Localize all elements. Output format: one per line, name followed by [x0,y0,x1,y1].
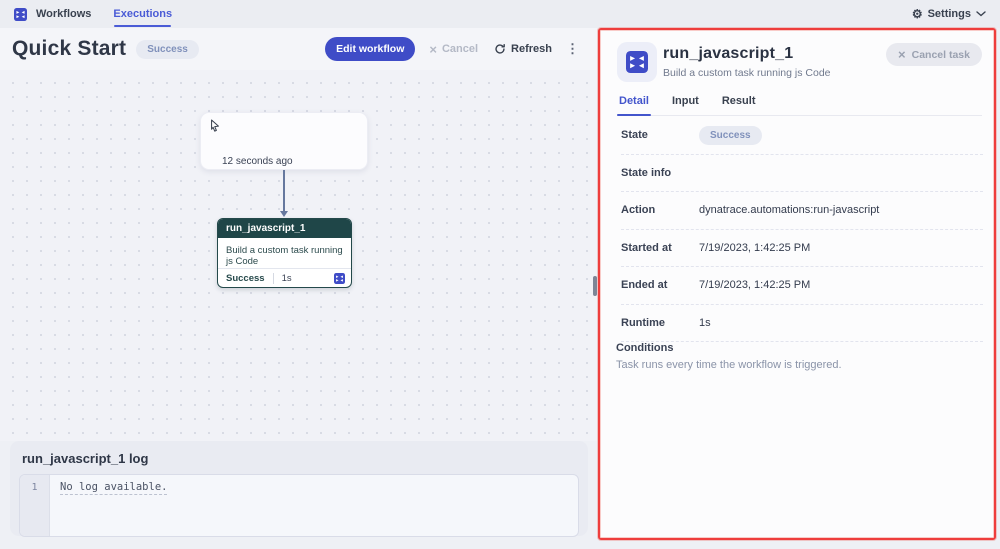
field-row-state-info: State info [621,155,983,193]
task-node-run-javascript-1[interactable]: run_javascript_1 Build a custom task run… [217,218,352,288]
log-text: No log available. [60,481,167,495]
tab-result[interactable]: Result [720,90,758,115]
task-icon-tile [617,42,657,82]
task-detail-panel: run_javascript_1 Build a custom task run… [600,30,994,538]
vertical-scrollbar[interactable] [593,276,597,296]
field-value: dynatrace.automations:run-javascript [699,204,879,216]
settings-label: Settings [928,8,971,20]
field-row-state: State Success [621,117,983,155]
edge-connector [283,170,285,212]
edit-workflow-button[interactable]: Edit workflow [325,37,415,61]
page-title: Quick Start [12,37,126,61]
workflow-canvas[interactable]: 12 seconds ago run_javascript_1 Build a … [0,70,597,441]
log-line-number: 1 [20,475,50,536]
close-icon: × [429,43,437,56]
cancel-task-button[interactable]: × Cancel task [886,43,982,66]
field-label: Runtime [621,317,699,329]
execution-status-badge: Success [136,40,199,59]
cancel-task-label: Cancel task [912,49,970,61]
task-log-panel: run_javascript_1 log 1 No log available. [10,441,588,536]
task-node-status: Success [218,273,273,284]
log-panel-title: run_javascript_1 log [19,450,579,474]
state-badge: Success [699,126,762,145]
refresh-label: Refresh [511,43,552,55]
conditions-section: Conditions Task runs every time the work… [616,342,982,371]
trigger-time-label: 12 seconds ago [222,156,293,167]
detail-panel-tabs: Detail Input Result [617,90,982,116]
field-label: Started at [621,242,699,254]
field-label: State [621,129,699,141]
trigger-node[interactable]: 12 seconds ago [200,112,368,170]
cancel-execution-button[interactable]: × Cancel [429,43,478,56]
edge-arrowhead-icon [280,211,288,217]
tab-input[interactable]: Input [670,90,701,115]
task-node-title: run_javascript_1 [218,219,351,238]
field-row-runtime: Runtime 1s [621,305,983,343]
field-label: State info [621,167,699,179]
top-nav: Workflows Executions ⚙ Settings [0,0,1000,28]
execution-header: Quick Start Success Edit workflow × Canc… [0,28,597,70]
close-icon: × [898,48,906,61]
more-options-menu[interactable]: ⋮ [566,41,579,57]
workflows-app-icon [14,8,27,21]
task-node-footer: Success 1s [218,268,351,287]
javascript-app-icon [626,51,648,73]
field-row-ended-at: Ended at 7/19/2023, 1:42:25 PM [621,267,983,305]
detail-panel-title: run_javascript_1 [663,45,831,63]
settings-menu[interactable]: ⚙ Settings [912,8,986,20]
refresh-button[interactable]: Refresh [494,43,552,55]
field-row-action: Action dynatrace.automations:run-javascr… [621,192,983,230]
javascript-app-icon [334,273,345,284]
cursor-icon [209,119,221,133]
log-editor[interactable]: 1 No log available. [19,474,579,537]
chevron-down-icon [976,11,986,17]
nav-tab-workflows[interactable]: Workflows [36,8,91,20]
task-node-duration: 1s [274,273,300,284]
detail-fields: State Success State info Action dynatrac… [621,117,983,342]
gear-icon: ⚙ [912,8,923,20]
nav-tab-executions[interactable]: Executions [113,8,172,20]
detail-panel-subtitle: Build a custom task running js Code [663,67,831,79]
conditions-text: Task runs every time the workflow is tri… [616,359,982,371]
field-row-started-at: Started at 7/19/2023, 1:42:25 PM [621,230,983,268]
tab-detail[interactable]: Detail [617,90,651,115]
task-node-description: Build a custom task running js Code [218,238,351,268]
log-content: No log available. [50,475,578,536]
field-label: Ended at [621,279,699,291]
field-value: 1s [699,317,711,329]
field-value: 7/19/2023, 1:42:25 PM [699,279,810,291]
field-label: Action [621,204,699,216]
workflow-execution-app: Workflows Executions ⚙ Settings Quick St… [0,0,1000,549]
cancel-label: Cancel [442,43,478,55]
detail-panel-header: run_javascript_1 Build a custom task run… [617,42,982,88]
refresh-icon [494,43,506,55]
field-value: 7/19/2023, 1:42:25 PM [699,242,810,254]
conditions-label: Conditions [616,342,982,354]
